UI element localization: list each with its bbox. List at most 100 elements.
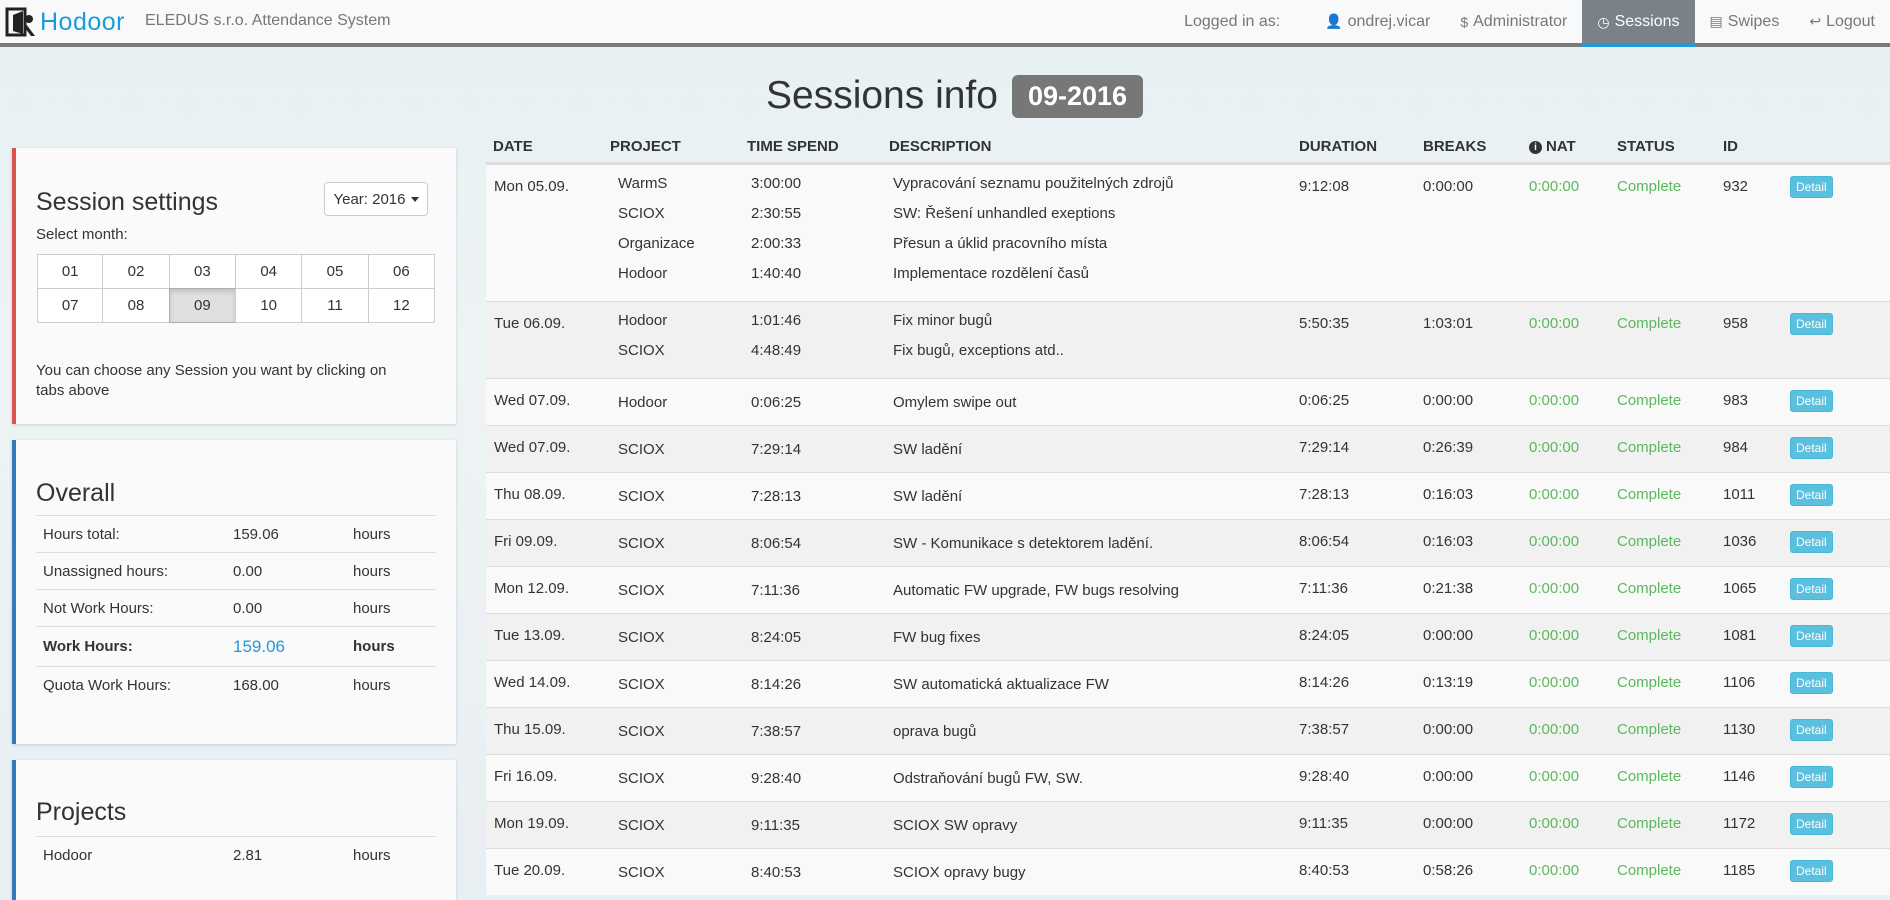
session-date: Thu 08.09. (494, 486, 566, 503)
nav-user[interactable]: 👤 ondrej.vicar (1310, 0, 1445, 43)
session-actions: Detail (1790, 520, 1870, 566)
session-nat: 0:00:00 (1529, 862, 1580, 879)
overall-value: 0.00 (226, 552, 346, 590)
info-icon[interactable]: i (1529, 141, 1542, 154)
hodoor-logo-icon (5, 7, 35, 37)
session-entries: SCIOX 8:40:53 SCIOX opravy bugy (610, 849, 1299, 895)
month-tab-02[interactable]: 02 (102, 254, 170, 289)
session-date: Tue 13.09. (494, 627, 566, 644)
detail-button[interactable]: Detail (1790, 860, 1833, 882)
entry-time-spend: 8:14:26 (751, 675, 802, 693)
month-tab-05[interactable]: 05 (301, 254, 369, 289)
session-status: Complete (1617, 315, 1682, 332)
month-tab-04[interactable]: 04 (235, 254, 303, 289)
project-hours: 2.81 (226, 836, 346, 873)
session-entries: SCIOX 7:11:36 Automatic FW upgrade, FW bug… (610, 567, 1299, 613)
session-row: Mon 05.09. WarmS 3:00:00 Vypracování seznam… (486, 164, 1890, 301)
detail-button[interactable]: Detail (1790, 578, 1833, 600)
month-tab-08[interactable]: 08 (102, 288, 170, 323)
session-date: Fri 16.09. (494, 768, 558, 785)
session-duration: 9:11:35 (1299, 815, 1348, 832)
nav-swipes[interactable]: ▤ Swipes (1695, 0, 1795, 43)
month-tab-01[interactable]: 01 (37, 254, 104, 289)
detail-button[interactable]: Detail (1790, 313, 1833, 335)
nav-logout[interactable]: ↩ Logout (1794, 0, 1890, 43)
projects-panel: Projects Hodoor 2.81 hours (12, 760, 456, 900)
entry-description: SCIOX SW opravy (893, 816, 1018, 834)
month-tab-12[interactable]: 12 (367, 288, 435, 323)
session-id: 932 (1723, 178, 1749, 195)
year-dropdown-button[interactable]: Year: 2016 (324, 182, 428, 216)
entry-time-spend: 1:01:46 (751, 311, 802, 329)
overall-unit: hours (346, 552, 436, 590)
entry-project: Hodoor (618, 393, 668, 411)
header-id: ID (1723, 138, 1738, 155)
session-entry: SCIOX 7:11:36 Automatic FW upgrade, FW bug… (610, 575, 1299, 605)
detail-button[interactable]: Detail (1790, 176, 1833, 198)
session-duration: 8:14:26 (1299, 674, 1350, 691)
detail-button[interactable]: Detail (1790, 813, 1833, 835)
entry-time-spend: 9:11:35 (751, 816, 800, 834)
session-id: 984 (1723, 439, 1749, 456)
detail-button[interactable]: Detail (1790, 766, 1833, 788)
session-breaks: 0:58:26 (1423, 862, 1474, 879)
month-tab-07[interactable]: 07 (37, 288, 104, 323)
entry-description: Přesun a úklid pracovního místa (893, 234, 1108, 252)
session-duration: 8:06:54 (1299, 533, 1350, 550)
nav-sessions[interactable]: ◷ Sessions (1582, 0, 1695, 47)
session-date: Tue 06.09. (494, 315, 566, 332)
detail-button[interactable]: Detail (1790, 531, 1833, 553)
session-breaks: 0:00:00 (1423, 627, 1474, 644)
month-tab-03[interactable]: 03 (168, 254, 236, 289)
session-duration: 7:29:14 (1299, 439, 1350, 456)
entry-project: SCIOX (618, 722, 665, 740)
entry-time-spend: 7:11:36 (751, 581, 800, 599)
entry-project: WarmS (618, 174, 668, 192)
entry-description: Fix minor bugů (893, 311, 993, 329)
session-breaks: 0:21:38 (1423, 580, 1474, 597)
overall-title: Overall (36, 479, 116, 507)
session-row: Wed 07.09. Hodoor 0:06:25 Omylem swipe out 0… (486, 378, 1890, 425)
session-row: Thu 08.09. SCIOX 7:28:13 SW ladění 7:28:13 0:… (486, 472, 1890, 519)
header-duration: DURATION (1299, 138, 1378, 155)
nav-user-label: ondrej.vicar (1347, 12, 1431, 30)
session-entry: SCIOX 7:28:13 SW ladění (610, 481, 1299, 511)
entry-description: SW ladění (893, 440, 963, 458)
entry-time-spend: 2:00:33 (751, 234, 802, 252)
overall-unit: hours (346, 515, 436, 553)
month-tab-10[interactable]: 10 (235, 288, 303, 323)
overall-table: Hours total: 159.06 hours Unassigned hou… (36, 515, 436, 703)
detail-button[interactable]: Detail (1790, 484, 1833, 506)
detail-button[interactable]: Detail (1790, 390, 1833, 412)
session-entry: SCIOX 4:48:49 Fix bugů, exceptions atd.. (610, 335, 1299, 365)
session-entry: SCIOX 7:29:14 SW ladění (610, 434, 1299, 464)
session-row: Fri 09.09. SCIOX 8:06:54 SW - Komunikace s … (486, 519, 1890, 566)
session-id: 983 (1723, 392, 1749, 409)
session-date: Fri 09.09. (494, 533, 558, 550)
session-id: 1172 (1723, 815, 1756, 832)
nav-admin[interactable]: $ Administrator (1445, 0, 1582, 43)
session-nat: 0:00:00 (1529, 439, 1580, 456)
nav-logout-label: Logout (1826, 12, 1875, 30)
month-tab-11[interactable]: 11 (301, 288, 369, 323)
entry-description: oprava bugů (893, 722, 977, 740)
month-tab-09[interactable]: 09 (168, 288, 236, 323)
session-entries: WarmS 3:00:00 Vypracování seznamu použitel… (610, 165, 1299, 301)
session-row: Thu 15.09. SCIOX 7:38:57 oprava bugů 7:38:57… (486, 707, 1890, 754)
detail-button[interactable]: Detail (1790, 437, 1833, 459)
detail-button[interactable]: Detail (1790, 625, 1833, 647)
brand-logo-text[interactable]: Hodoor (40, 8, 125, 37)
overall-row: Hours total: 159.06 hours (36, 515, 436, 553)
month-tab-06[interactable]: 06 (367, 254, 435, 289)
session-duration: 0:06:25 (1299, 392, 1350, 409)
session-entry: SCIOX 8:24:05 FW bug fixes (610, 622, 1299, 652)
detail-button[interactable]: Detail (1790, 719, 1833, 741)
session-entries: SCIOX 8:24:05 FW bug fixes (610, 614, 1299, 660)
entry-description: Vypracování seznamu použitelných zdrojů (893, 174, 1174, 192)
session-id: 1146 (1723, 768, 1756, 785)
session-entry: Hodoor 1:01:46 Fix minor bugů (610, 305, 1299, 335)
session-status: Complete (1617, 768, 1682, 785)
detail-button[interactable]: Detail (1790, 672, 1833, 694)
session-entries: SCIOX 8:06:54 SW - Komunikace s detektorem… (610, 520, 1299, 566)
session-nat: 0:00:00 (1529, 674, 1580, 691)
